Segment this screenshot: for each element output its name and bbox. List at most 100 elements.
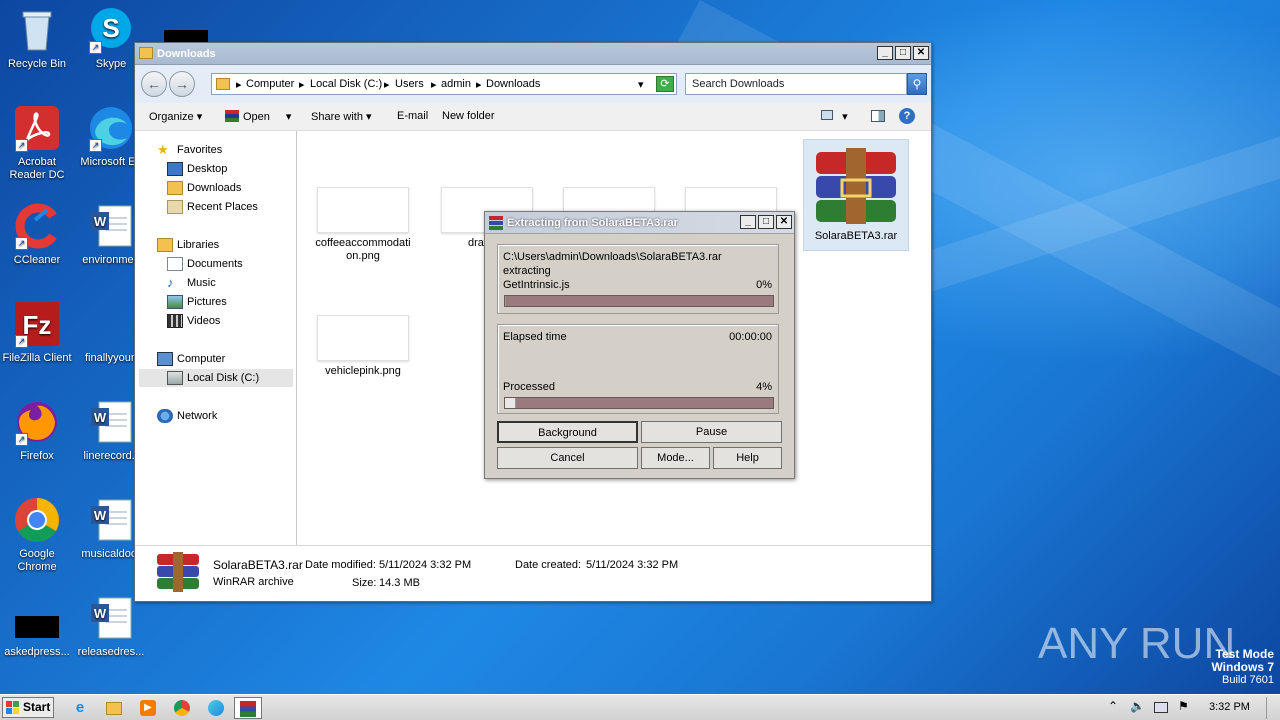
open-button[interactable]: Open ▾ — [225, 110, 291, 123]
elapsed-value: 00:00:00 — [729, 331, 772, 343]
details-size-value: 14.3 MB — [379, 577, 420, 589]
cancel-button[interactable]: Cancel — [497, 447, 638, 469]
taskbar-ie[interactable]: e — [66, 697, 94, 719]
breadcrumb-users[interactable]: Users — [395, 78, 424, 90]
nav-downloads[interactable]: Downloads — [167, 179, 241, 197]
breadcrumb-separator[interactable]: ▸ — [476, 78, 482, 91]
network-tray-icon[interactable] — [1154, 702, 1168, 713]
desktop-icon-label: Firefox — [20, 450, 54, 462]
back-button[interactable]: ← — [141, 71, 167, 97]
help-icon[interactable]: ? — [899, 108, 915, 124]
search-button[interactable]: ⚲ — [907, 73, 927, 95]
show-hidden-icons-button[interactable]: ⌃ — [1108, 699, 1118, 713]
share-with-button[interactable]: Share with ▾ — [311, 110, 372, 123]
action-center-flag-icon[interactable]: ⚑ — [1178, 699, 1189, 713]
taskbar: Start e ▶ ⌃ 🔈 ⚑ 3:32 PM — [0, 694, 1280, 720]
minimize-button[interactable]: _ — [740, 215, 756, 229]
preview-pane-button[interactable] — [871, 110, 885, 122]
winrar-icon — [225, 110, 239, 122]
desktop-icon-word-doc[interactable]: W releasedres... — [74, 594, 148, 659]
desktop-icon-firefox[interactable]: ↗ Firefox — [0, 398, 74, 463]
view-options-button[interactable]: ▾ — [821, 110, 848, 123]
file-item[interactable]: vehiclepink.png — [313, 315, 413, 378]
start-button[interactable]: Start — [2, 697, 54, 718]
nav-label: Documents — [187, 258, 243, 270]
word-document-icon: W — [87, 398, 135, 446]
explorer-titlebar[interactable]: Downloads _ □ ✕ — [135, 43, 931, 65]
nav-network[interactable]: Network — [157, 407, 217, 425]
nav-pictures[interactable]: Pictures — [167, 293, 227, 311]
open-label: Open — [243, 111, 270, 123]
nav-libraries[interactable]: Libraries — [157, 236, 219, 254]
desktop-icon-chrome[interactable]: Google Chrome — [0, 496, 74, 574]
taskbar-winrar[interactable] — [234, 697, 262, 719]
current-file-group: C:\Users\admin\Downloads\SolaraBETA3.rar… — [497, 244, 779, 314]
taskbar-explorer[interactable] — [100, 697, 128, 719]
extract-dialog[interactable]: Extracting from SolaraBETA3.rar _ □ ✕ C:… — [484, 211, 795, 479]
nav-label: Music — [187, 277, 216, 289]
breadcrumb-separator[interactable]: ▸ — [236, 78, 242, 91]
ccleaner-icon: ↗ — [13, 202, 61, 250]
close-button[interactable]: ✕ — [913, 46, 929, 60]
email-button[interactable]: E-mail — [397, 110, 428, 122]
nav-documents[interactable]: Documents — [167, 255, 243, 273]
nav-desktop[interactable]: Desktop — [167, 160, 227, 178]
nav-music[interactable]: ♪ Music — [167, 274, 216, 292]
breadcrumb-separator[interactable]: ▸ — [431, 78, 437, 91]
music-icon: ♪ — [167, 275, 174, 290]
dialog-titlebar[interactable]: Extracting from SolaraBETA3.rar _ □ ✕ — [485, 212, 794, 234]
desktop-icon-label: FileZilla Client — [2, 352, 72, 364]
desktop-icon-filezilla[interactable]: Fz ↗ FileZilla Client — [0, 300, 74, 365]
desktop-icon-label: CCleaner — [13, 254, 61, 266]
acrobat-icon: ↗ — [13, 104, 61, 152]
desktop-icon-label: Recycle Bin — [7, 58, 67, 70]
taskbar-edge[interactable] — [202, 697, 230, 719]
nav-recent-places[interactable]: Recent Places — [167, 198, 258, 216]
desktop-icon-recycle-bin[interactable]: Recycle Bin — [0, 6, 74, 71]
address-dropdown-icon[interactable]: ▾ — [638, 78, 644, 91]
search-input[interactable]: Search Downloads — [685, 73, 907, 95]
address-bar[interactable]: ▸ Computer ▸ Local Disk (C:) ▸ Users ▸ a… — [211, 73, 677, 95]
file-name: vehiclepink.png — [325, 365, 401, 377]
taskbar-media-player[interactable]: ▶ — [134, 697, 162, 719]
maximize-button[interactable]: □ — [758, 215, 774, 229]
minimize-button[interactable]: _ — [877, 46, 893, 60]
breadcrumb-separator[interactable]: ▸ — [384, 78, 390, 91]
breadcrumb-separator[interactable]: ▸ — [299, 78, 305, 91]
mode-button[interactable]: Mode... — [641, 447, 710, 469]
new-folder-button[interactable]: New folder — [442, 110, 495, 122]
nav-videos[interactable]: Videos — [167, 312, 220, 330]
nav-label: Pictures — [187, 296, 227, 308]
clock[interactable]: 3:32 PM — [1209, 701, 1250, 713]
nav-local-disk[interactable]: Local Disk (C:) — [139, 369, 293, 387]
maximize-button[interactable]: □ — [895, 46, 911, 60]
volume-icon[interactable]: 🔈 — [1130, 699, 1145, 713]
forward-arrow-icon: → — [175, 76, 189, 92]
breadcrumb-local-disk[interactable]: Local Disk (C:) — [310, 78, 382, 90]
breadcrumb-downloads[interactable]: Downloads — [486, 78, 540, 90]
nav-label: Libraries — [177, 239, 220, 251]
organize-button[interactable]: Organize ▾ — [149, 110, 202, 123]
background-button[interactable]: Background — [497, 421, 638, 443]
desktop-icon-ccleaner[interactable]: ↗ CCleaner — [0, 202, 74, 267]
desktop-icon-acrobat[interactable]: ↗ Acrobat Reader DC — [0, 104, 74, 182]
dialog-title: Extracting from SolaraBETA3.rar — [507, 217, 678, 229]
help-button[interactable]: Help — [713, 447, 782, 469]
show-desktop-button[interactable] — [1266, 697, 1278, 719]
file-progress-percent: 0% — [756, 279, 772, 291]
breadcrumb-computer[interactable]: Computer — [246, 78, 294, 90]
taskbar-chrome[interactable] — [168, 697, 196, 719]
file-item[interactable]: coffeeaccommodation.png — [313, 187, 413, 263]
pause-button[interactable]: Pause — [641, 421, 782, 443]
nav-computer[interactable]: Computer — [157, 350, 225, 368]
back-arrow-icon: ← — [147, 76, 161, 92]
file-progress-fill — [505, 296, 506, 306]
file-item-selected[interactable]: SolaraBETA3.rar — [803, 139, 909, 251]
refresh-icon[interactable]: ⟳ — [656, 76, 674, 92]
desktop-icon-black-file[interactable]: askedpress... — [0, 594, 74, 659]
breadcrumb-admin[interactable]: admin — [441, 78, 471, 90]
nav-label: Videos — [187, 315, 221, 327]
forward-button[interactable]: → — [169, 71, 195, 97]
close-button[interactable]: ✕ — [776, 215, 792, 229]
nav-favorites[interactable]: ★ Favorites — [157, 141, 222, 159]
